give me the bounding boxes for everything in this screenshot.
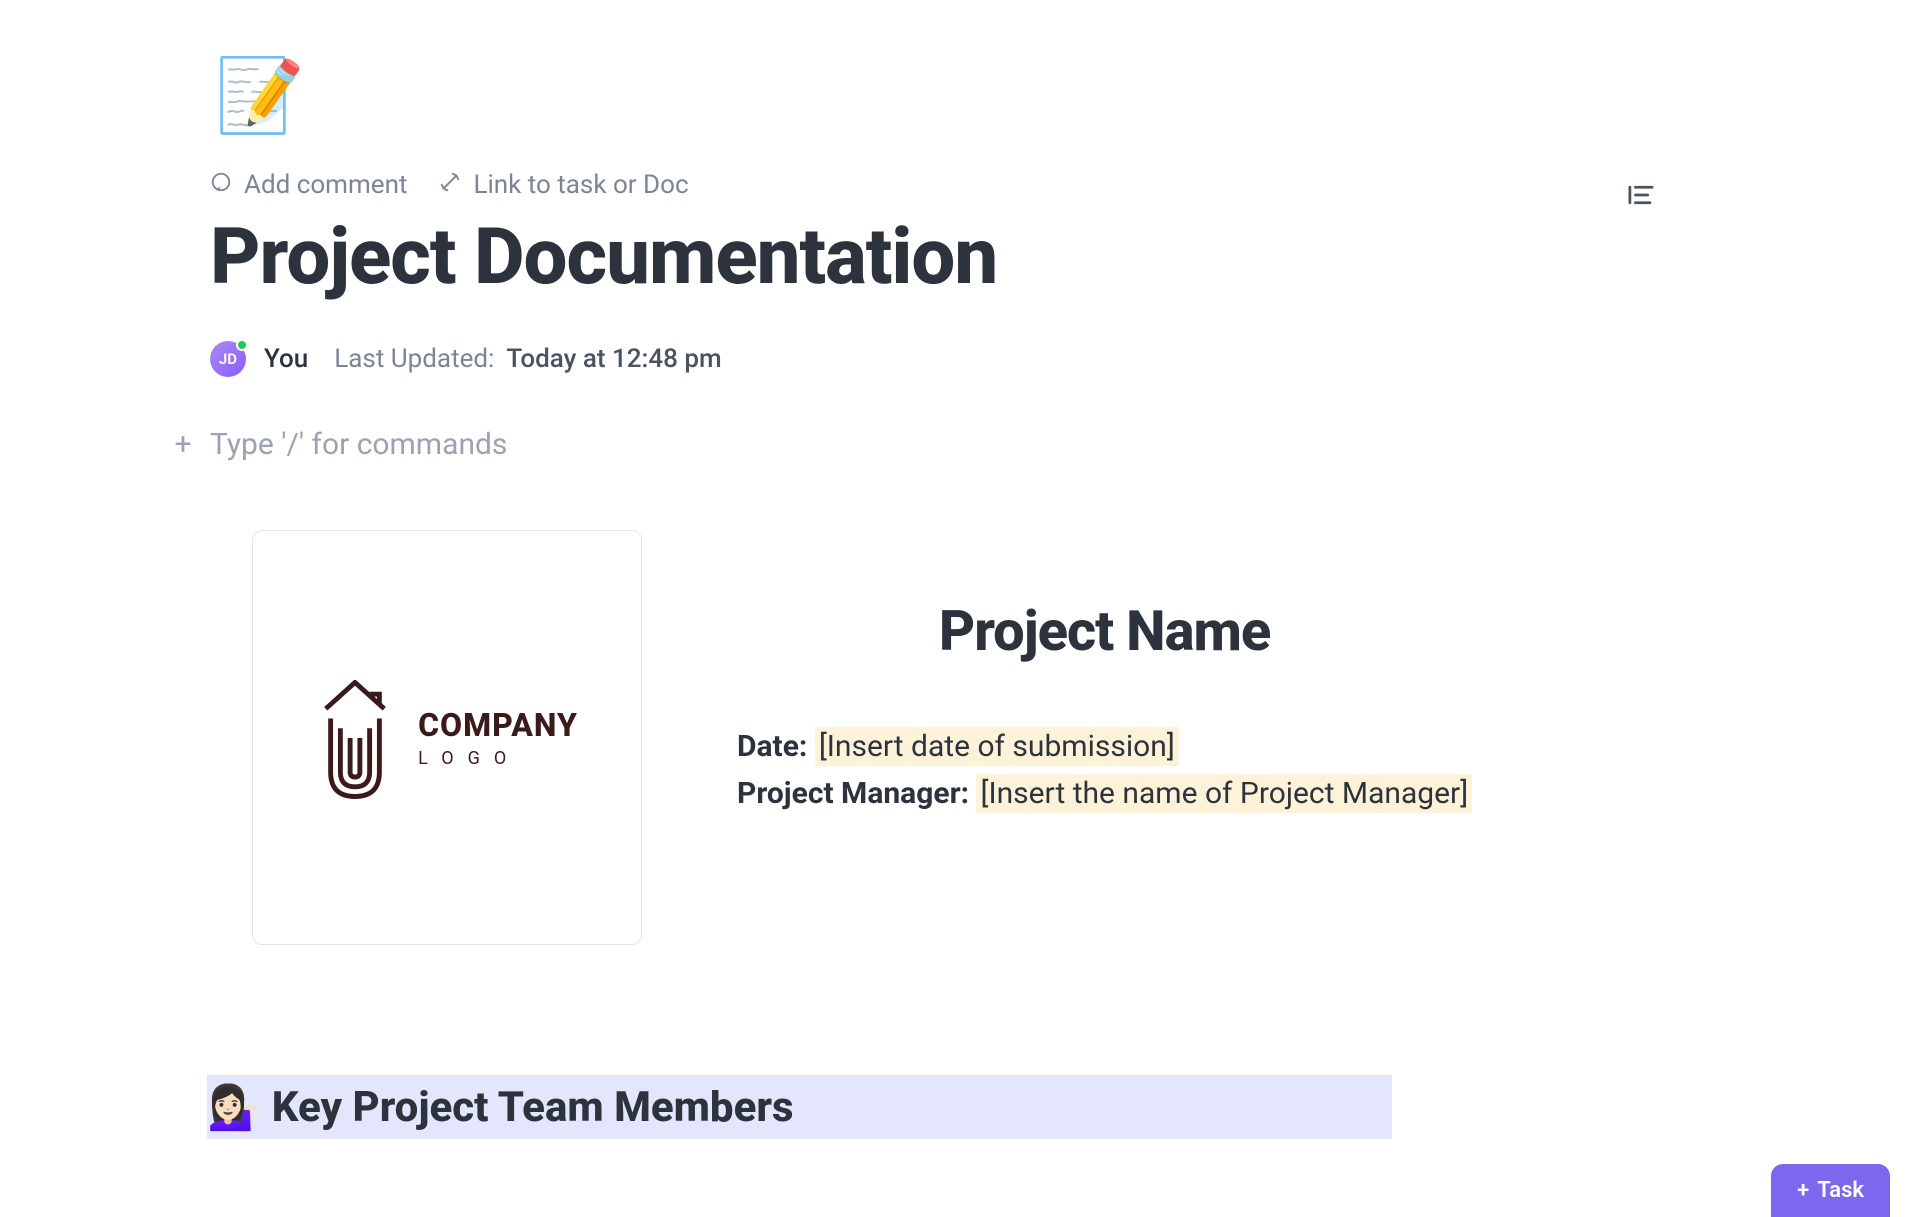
link-task-label: Link to task or Doc	[473, 170, 688, 200]
meta-row: JD You Last Updated: Today at 12:48 pm	[210, 341, 1920, 377]
task-fab-button[interactable]: + Task	[1771, 1164, 1890, 1217]
action-row: Add comment Link to task or Doc	[210, 170, 1920, 200]
avatar[interactable]: JD	[210, 341, 246, 377]
author-name[interactable]: You	[264, 344, 308, 374]
logo-company-text: COMPANY	[418, 706, 578, 744]
add-comment-label: Add comment	[244, 170, 407, 200]
project-date-line[interactable]: Date: [Insert date of submission]	[737, 724, 1472, 771]
updated-value: Today at 12:48 pm	[506, 344, 721, 374]
company-logo-card[interactable]: COMPANY LOGO	[252, 530, 642, 945]
add-comment-button[interactable]: Add comment	[210, 170, 407, 200]
date-label: Date:	[737, 729, 807, 764]
toc-toggle-icon[interactable]	[1627, 185, 1655, 209]
plus-icon[interactable]: +	[170, 427, 196, 462]
online-status-dot	[236, 339, 248, 351]
team-section-header[interactable]: 💁🏻‍♀️ Key Project Team Members	[207, 1075, 1392, 1139]
pm-value: [Insert the name of Project Manager]	[976, 774, 1472, 813]
project-manager-line[interactable]: Project Manager: [Insert the name of Pro…	[737, 771, 1472, 818]
page-title[interactable]: Project Documentation	[210, 212, 1920, 303]
command-row: +	[170, 427, 1920, 462]
date-value: [Insert date of submission]	[815, 727, 1179, 766]
logo-sub-text: LOGO	[418, 748, 578, 769]
logo-text-block: COMPANY LOGO	[418, 706, 578, 769]
project-info: Project Name Date: [Insert date of submi…	[737, 598, 1472, 817]
document-container: 📝 Add comment	[0, 0, 1920, 1139]
pm-label: Project Manager:	[737, 776, 969, 811]
link-icon	[439, 170, 461, 200]
command-input[interactable]	[210, 427, 1110, 462]
team-title: Key Project Team Members	[272, 1083, 794, 1132]
task-fab-label: Task	[1817, 1178, 1864, 1203]
project-block: COMPANY LOGO Project Name Date: [Insert …	[252, 530, 1920, 945]
link-task-button[interactable]: Link to task or Doc	[439, 170, 688, 200]
comment-icon	[210, 170, 232, 200]
avatar-initials: JD	[219, 350, 237, 368]
updated-label: Last Updated:	[334, 344, 494, 374]
logo-inner: COMPANY LOGO	[316, 673, 578, 803]
document-emoji-icon[interactable]: 📝	[210, 45, 310, 145]
company-logo-icon	[316, 673, 394, 803]
team-emoji-icon: 💁🏻‍♀️	[207, 1081, 262, 1133]
plus-icon: +	[1797, 1178, 1809, 1203]
project-name-heading[interactable]: Project Name	[737, 598, 1472, 664]
